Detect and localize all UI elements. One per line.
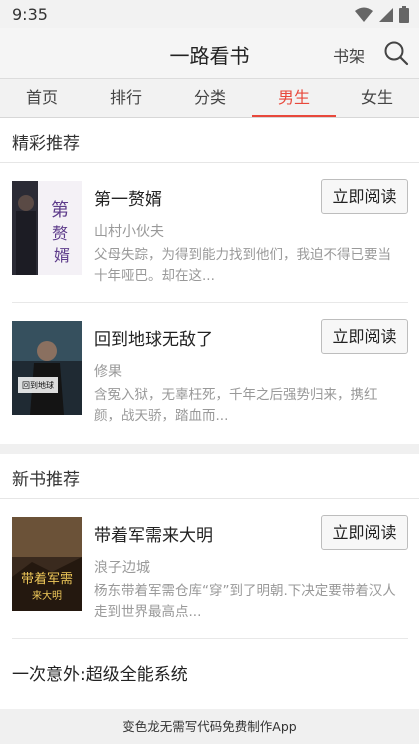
divider	[12, 638, 408, 639]
svg-text:回到地球: 回到地球	[22, 380, 54, 390]
read-now-button[interactable]: 立即阅读	[321, 319, 408, 354]
category-tabs: 首页 排行 分类 男生 女生	[0, 79, 419, 118]
book-title[interactable]: 第一赘婿	[94, 185, 162, 210]
book-author: 浪子边城	[94, 560, 150, 576]
book-author: 山村小伙夫	[94, 224, 164, 240]
svg-text:第: 第	[51, 200, 69, 221]
svg-text:婿: 婿	[54, 246, 70, 265]
section-header-featured: 精彩推荐	[0, 118, 419, 163]
book-description: 父母失踪，为得到能力找到他们，我迫不得已要当十年哑巴。却在这...	[94, 247, 391, 284]
tab-ranking[interactable]: 排行	[84, 79, 168, 117]
section-gap	[0, 444, 419, 454]
svg-text:来大明: 来大明	[32, 589, 62, 602]
book-item[interactable]: 回到地球 回到地球无敌了 修果 含冤入狱，无辜枉死，千年之后强势归来，携红颜，战…	[12, 319, 408, 459]
section-header-new-books: 新书推荐	[0, 454, 419, 499]
status-bar: 9:35	[0, 0, 419, 28]
book-cover: 回到地球	[12, 321, 82, 415]
app-header: 一路看书 书架	[0, 28, 419, 79]
book-cover: 第 赘 婿	[12, 181, 82, 275]
read-now-button[interactable]: 立即阅读	[321, 179, 408, 214]
divider	[12, 302, 408, 303]
svg-text:赘: 赘	[52, 224, 68, 243]
footer-banner: 变色龙无需写代码免费制作App	[0, 709, 419, 744]
tab-category[interactable]: 分类	[168, 79, 252, 117]
book-title[interactable]: 带着军需来大明	[94, 521, 213, 546]
book-item[interactable]: 第 赘 婿 第一赘婿 山村小伙夫 父母失踪，为得到能力找到他们，我迫不得已要当十…	[12, 179, 408, 319]
book-title[interactable]: 回到地球无敌了	[94, 325, 213, 350]
tab-male[interactable]: 男生	[252, 79, 336, 117]
book-list-item[interactable]: 一次意外:超级全能系统	[12, 660, 188, 685]
book-description: 杨东带着军需仓库“穿”到了明朝.下决定要带着汉人走到世界最高点...	[94, 583, 396, 620]
battery-icon	[399, 6, 409, 23]
section-title: 新书推荐	[12, 470, 80, 490]
bookshelf-button[interactable]: 书架	[333, 43, 365, 67]
tab-home[interactable]: 首页	[0, 79, 84, 117]
tab-female[interactable]: 女生	[335, 79, 419, 117]
search-icon[interactable]	[383, 40, 409, 66]
svg-text:带着军需: 带着军需	[21, 571, 73, 587]
section-title: 精彩推荐	[12, 134, 80, 154]
signal-icon	[379, 7, 393, 22]
wifi-icon	[355, 7, 373, 22]
book-cover: 带着军需 来大明	[12, 517, 82, 611]
book-description: 含冤入狱，无辜枉死，千年之后强势归来，携红颜，战天骄，踏血而...	[94, 387, 378, 424]
status-time: 9:35	[12, 5, 48, 24]
book-author: 修果	[94, 364, 122, 380]
read-now-button[interactable]: 立即阅读	[321, 515, 408, 550]
book-item[interactable]: 带着军需 来大明 带着军需来大明 浪子边城 杨东带着军需仓库“穿”到了明朝.下决…	[12, 515, 408, 655]
status-icons	[355, 6, 409, 23]
